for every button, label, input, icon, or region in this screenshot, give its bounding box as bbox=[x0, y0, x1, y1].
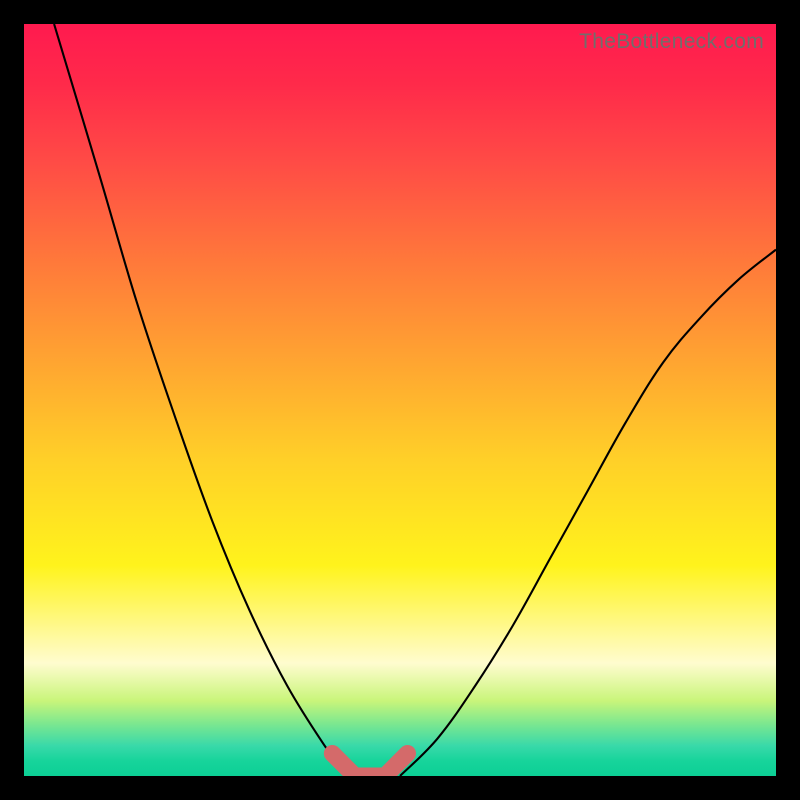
bottleneck-curve bbox=[54, 24, 776, 776]
optimal-zone-marker bbox=[332, 753, 407, 776]
chart-curves-svg bbox=[24, 24, 776, 776]
bottleneck-curve-left bbox=[54, 24, 347, 776]
chart-plot-area: TheBottleneck.com bbox=[24, 24, 776, 776]
bottleneck-curve-right bbox=[400, 250, 776, 776]
chart-stage: TheBottleneck.com bbox=[0, 0, 800, 800]
